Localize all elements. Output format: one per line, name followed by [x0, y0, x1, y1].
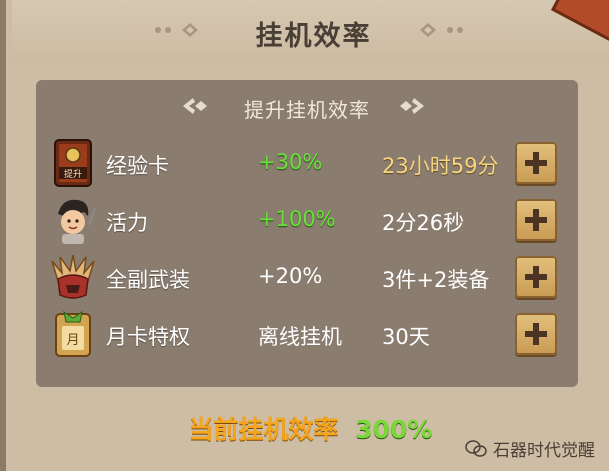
add-full-armor-button[interactable] [515, 256, 557, 298]
character-vitality-icon [58, 199, 96, 244]
experience-card-icon: 提升 [54, 139, 92, 187]
boost-value: +100% [258, 207, 336, 231]
svg-text:提升: 提升 [64, 169, 82, 180]
add-monthly-card-button[interactable] [515, 313, 557, 355]
current-efficiency-value: 300% [355, 415, 433, 444]
boost-row-monthly-card: 月 月卡特权 离线挂机 30天 [36, 308, 578, 364]
boost-value: +20% [258, 264, 323, 288]
boost-duration: 2分26秒 [382, 211, 465, 235]
add-experience-card-button[interactable] [515, 142, 557, 184]
boost-name: 全副武装 [106, 268, 190, 292]
watermark: 石器时代觉醒 [465, 436, 595, 461]
efficiency-panel: 挂机效率 提升挂机效率 提升 经验卡 +30% 23小时59分 活力 +100%… [0, 0, 609, 471]
boost-value: +30% [258, 150, 323, 174]
boost-value: 离线挂机 [258, 325, 342, 349]
boost-duration: 23小时59分 [382, 154, 499, 178]
boost-name: 活力 [106, 211, 148, 235]
boost-row-full-armor: 全副武装 +20% 3件+2装备 [36, 251, 578, 307]
page-title: 挂机效率 [255, 21, 372, 52]
add-vitality-button[interactable] [515, 199, 557, 241]
boost-list-panel: 提升挂机效率 提升 经验卡 +30% 23小时59分 活力 +100% 2分26… [36, 80, 578, 387]
boost-name: 月卡特权 [106, 325, 190, 349]
subtitle-ornament-right-icon [400, 98, 424, 114]
monthly-card-icon: 月 [55, 310, 91, 357]
boost-name: 经验卡 [106, 154, 169, 178]
header-ornament-right-icon [420, 23, 463, 37]
armor-helmet-icon [51, 254, 95, 299]
section-subtitle: 提升挂机效率 [244, 98, 370, 122]
wechat-icon [465, 439, 487, 457]
current-efficiency-label: 当前挂机效率 [188, 415, 339, 444]
watermark-text: 石器时代觉醒 [493, 441, 595, 461]
boost-duration: 30天 [382, 325, 430, 349]
boost-row-vitality: 活力 +100% 2分26秒 [36, 194, 578, 250]
boost-equipment: 3件+2装备 [382, 268, 490, 292]
svg-text:月: 月 [66, 333, 79, 348]
panel-header: 挂机效率 [12, 0, 609, 62]
boost-row-experience-card: 提升 经验卡 +30% 23小时59分 [36, 137, 578, 193]
